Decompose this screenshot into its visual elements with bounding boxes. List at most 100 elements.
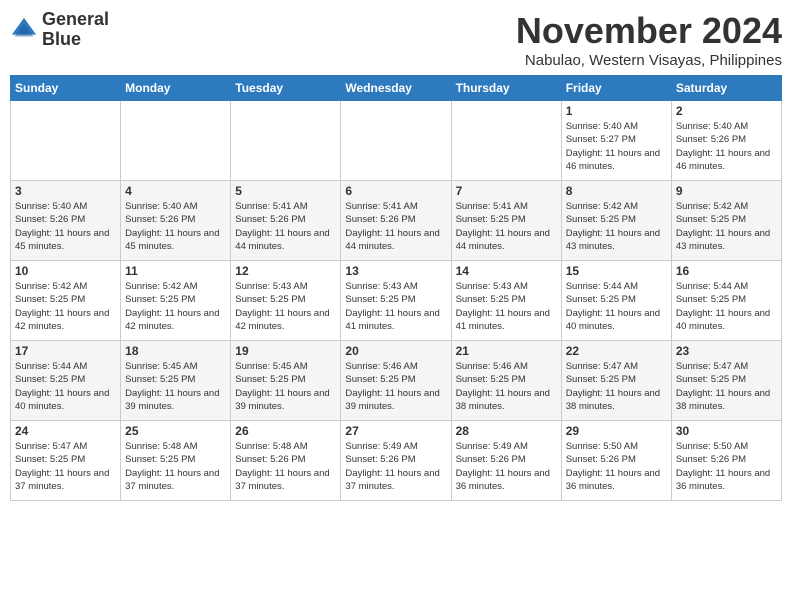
day-info: Sunrise: 5:41 AMSunset: 5:26 PMDaylight:…	[345, 200, 446, 253]
calendar-cell: 4 Sunrise: 5:40 AMSunset: 5:26 PMDayligh…	[121, 181, 231, 261]
day-info: Sunrise: 5:50 AMSunset: 5:26 PMDaylight:…	[566, 440, 667, 493]
day-number: 27	[345, 424, 446, 438]
calendar-cell	[451, 101, 561, 181]
day-number: 12	[235, 264, 336, 278]
day-info: Sunrise: 5:40 AMSunset: 5:26 PMDaylight:…	[125, 200, 226, 253]
day-info: Sunrise: 5:45 AMSunset: 5:25 PMDaylight:…	[235, 360, 336, 413]
day-info: Sunrise: 5:46 AMSunset: 5:25 PMDaylight:…	[345, 360, 446, 413]
day-info: Sunrise: 5:47 AMSunset: 5:25 PMDaylight:…	[566, 360, 667, 413]
calendar-cell: 5 Sunrise: 5:41 AMSunset: 5:26 PMDayligh…	[231, 181, 341, 261]
header-row: SundayMondayTuesdayWednesdayThursdayFrid…	[11, 76, 782, 101]
calendar-cell	[341, 101, 451, 181]
day-info: Sunrise: 5:49 AMSunset: 5:26 PMDaylight:…	[456, 440, 557, 493]
day-number: 20	[345, 344, 446, 358]
day-number: 4	[125, 184, 226, 198]
calendar-cell: 11 Sunrise: 5:42 AMSunset: 5:25 PMDaylig…	[121, 261, 231, 341]
day-number: 11	[125, 264, 226, 278]
calendar-cell: 24 Sunrise: 5:47 AMSunset: 5:25 PMDaylig…	[11, 421, 121, 501]
header-saturday: Saturday	[671, 76, 781, 101]
calendar-cell: 1 Sunrise: 5:40 AMSunset: 5:27 PMDayligh…	[561, 101, 671, 181]
calendar-cell	[121, 101, 231, 181]
week-row-2: 10 Sunrise: 5:42 AMSunset: 5:25 PMDaylig…	[11, 261, 782, 341]
day-info: Sunrise: 5:46 AMSunset: 5:25 PMDaylight:…	[456, 360, 557, 413]
header-sunday: Sunday	[11, 76, 121, 101]
calendar-cell: 3 Sunrise: 5:40 AMSunset: 5:26 PMDayligh…	[11, 181, 121, 261]
day-number: 7	[456, 184, 557, 198]
day-number: 18	[125, 344, 226, 358]
calendar-cell	[11, 101, 121, 181]
calendar-cell: 12 Sunrise: 5:43 AMSunset: 5:25 PMDaylig…	[231, 261, 341, 341]
calendar-cell: 19 Sunrise: 5:45 AMSunset: 5:25 PMDaylig…	[231, 341, 341, 421]
day-number: 13	[345, 264, 446, 278]
day-number: 6	[345, 184, 446, 198]
day-info: Sunrise: 5:48 AMSunset: 5:25 PMDaylight:…	[125, 440, 226, 493]
day-info: Sunrise: 5:42 AMSunset: 5:25 PMDaylight:…	[125, 280, 226, 333]
calendar-cell: 28 Sunrise: 5:49 AMSunset: 5:26 PMDaylig…	[451, 421, 561, 501]
page-header: General Blue November 2024 Nabulao, West…	[10, 10, 782, 69]
day-info: Sunrise: 5:44 AMSunset: 5:25 PMDaylight:…	[15, 360, 116, 413]
day-info: Sunrise: 5:44 AMSunset: 5:25 PMDaylight:…	[566, 280, 667, 333]
day-number: 5	[235, 184, 336, 198]
calendar-cell: 9 Sunrise: 5:42 AMSunset: 5:25 PMDayligh…	[671, 181, 781, 261]
day-number: 1	[566, 104, 667, 118]
day-number: 16	[676, 264, 777, 278]
day-number: 14	[456, 264, 557, 278]
logo-icon	[10, 16, 38, 44]
week-row-4: 24 Sunrise: 5:47 AMSunset: 5:25 PMDaylig…	[11, 421, 782, 501]
calendar-cell: 6 Sunrise: 5:41 AMSunset: 5:26 PMDayligh…	[341, 181, 451, 261]
day-number: 8	[566, 184, 667, 198]
week-row-3: 17 Sunrise: 5:44 AMSunset: 5:25 PMDaylig…	[11, 341, 782, 421]
month-title: November 2024	[516, 10, 782, 52]
day-info: Sunrise: 5:43 AMSunset: 5:25 PMDaylight:…	[345, 280, 446, 333]
location-title: Nabulao, Western Visayas, Philippines	[516, 52, 782, 69]
calendar-cell: 17 Sunrise: 5:44 AMSunset: 5:25 PMDaylig…	[11, 341, 121, 421]
week-row-0: 1 Sunrise: 5:40 AMSunset: 5:27 PMDayligh…	[11, 101, 782, 181]
day-number: 28	[456, 424, 557, 438]
calendar-cell: 20 Sunrise: 5:46 AMSunset: 5:25 PMDaylig…	[341, 341, 451, 421]
calendar-cell: 7 Sunrise: 5:41 AMSunset: 5:25 PMDayligh…	[451, 181, 561, 261]
day-info: Sunrise: 5:40 AMSunset: 5:26 PMDaylight:…	[15, 200, 116, 253]
calendar-cell	[231, 101, 341, 181]
logo-text: General Blue	[42, 10, 109, 50]
week-row-1: 3 Sunrise: 5:40 AMSunset: 5:26 PMDayligh…	[11, 181, 782, 261]
title-block: November 2024 Nabulao, Western Visayas, …	[516, 10, 782, 69]
day-info: Sunrise: 5:42 AMSunset: 5:25 PMDaylight:…	[566, 200, 667, 253]
calendar-cell: 30 Sunrise: 5:50 AMSunset: 5:26 PMDaylig…	[671, 421, 781, 501]
day-number: 23	[676, 344, 777, 358]
logo: General Blue	[10, 10, 109, 50]
day-info: Sunrise: 5:43 AMSunset: 5:25 PMDaylight:…	[456, 280, 557, 333]
day-number: 30	[676, 424, 777, 438]
calendar-cell: 26 Sunrise: 5:48 AMSunset: 5:26 PMDaylig…	[231, 421, 341, 501]
day-info: Sunrise: 5:41 AMSunset: 5:25 PMDaylight:…	[456, 200, 557, 253]
calendar-cell: 14 Sunrise: 5:43 AMSunset: 5:25 PMDaylig…	[451, 261, 561, 341]
header-wednesday: Wednesday	[341, 76, 451, 101]
day-info: Sunrise: 5:42 AMSunset: 5:25 PMDaylight:…	[15, 280, 116, 333]
calendar-cell: 25 Sunrise: 5:48 AMSunset: 5:25 PMDaylig…	[121, 421, 231, 501]
day-number: 9	[676, 184, 777, 198]
calendar-header: SundayMondayTuesdayWednesdayThursdayFrid…	[11, 76, 782, 101]
calendar-cell: 15 Sunrise: 5:44 AMSunset: 5:25 PMDaylig…	[561, 261, 671, 341]
day-info: Sunrise: 5:43 AMSunset: 5:25 PMDaylight:…	[235, 280, 336, 333]
calendar-cell: 2 Sunrise: 5:40 AMSunset: 5:26 PMDayligh…	[671, 101, 781, 181]
header-friday: Friday	[561, 76, 671, 101]
day-info: Sunrise: 5:47 AMSunset: 5:25 PMDaylight:…	[676, 360, 777, 413]
day-info: Sunrise: 5:40 AMSunset: 5:26 PMDaylight:…	[676, 120, 777, 173]
day-info: Sunrise: 5:41 AMSunset: 5:26 PMDaylight:…	[235, 200, 336, 253]
day-number: 22	[566, 344, 667, 358]
day-number: 17	[15, 344, 116, 358]
day-number: 19	[235, 344, 336, 358]
day-info: Sunrise: 5:48 AMSunset: 5:26 PMDaylight:…	[235, 440, 336, 493]
calendar-cell: 29 Sunrise: 5:50 AMSunset: 5:26 PMDaylig…	[561, 421, 671, 501]
day-info: Sunrise: 5:40 AMSunset: 5:27 PMDaylight:…	[566, 120, 667, 173]
calendar-cell: 16 Sunrise: 5:44 AMSunset: 5:25 PMDaylig…	[671, 261, 781, 341]
day-number: 29	[566, 424, 667, 438]
calendar-cell: 22 Sunrise: 5:47 AMSunset: 5:25 PMDaylig…	[561, 341, 671, 421]
calendar-cell: 23 Sunrise: 5:47 AMSunset: 5:25 PMDaylig…	[671, 341, 781, 421]
day-number: 21	[456, 344, 557, 358]
day-info: Sunrise: 5:50 AMSunset: 5:26 PMDaylight:…	[676, 440, 777, 493]
header-thursday: Thursday	[451, 76, 561, 101]
day-number: 24	[15, 424, 116, 438]
day-info: Sunrise: 5:44 AMSunset: 5:25 PMDaylight:…	[676, 280, 777, 333]
calendar-cell: 13 Sunrise: 5:43 AMSunset: 5:25 PMDaylig…	[341, 261, 451, 341]
calendar-cell: 21 Sunrise: 5:46 AMSunset: 5:25 PMDaylig…	[451, 341, 561, 421]
